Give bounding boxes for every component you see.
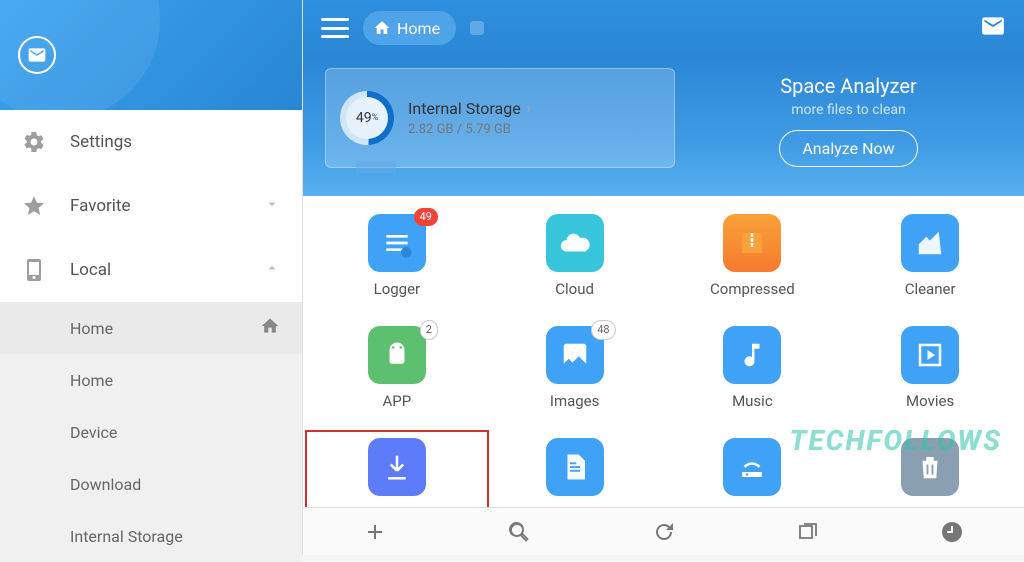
search-button[interactable] — [447, 508, 591, 555]
history-button[interactable] — [880, 508, 1024, 555]
sidebar-item-label: Home — [70, 319, 260, 338]
trash-icon — [901, 438, 959, 496]
tile-logger[interactable]: 49 Logger — [313, 214, 481, 298]
app-icon: 2 — [368, 326, 426, 384]
storage-title: Internal Storage — [408, 99, 521, 118]
category-grid: 49 Logger Cloud Compressed Cleaner 2 APP… — [303, 196, 1024, 507]
badge: 49 — [414, 208, 438, 226]
tile-recycle-bin[interactable]: Recycle Bin — [846, 438, 1014, 507]
storage-percent-suffix: % — [372, 113, 379, 123]
tile-label: Cloud — [555, 280, 594, 298]
documents-icon — [546, 438, 604, 496]
sidebar-subitem-download[interactable]: Download — [0, 458, 302, 510]
movies-icon — [901, 326, 959, 384]
bottom-toolbar — [303, 507, 1024, 555]
space-analyzer: Space Analyzer more files to clean Analy… — [695, 74, 1002, 196]
refresh-button[interactable] — [591, 508, 735, 555]
chevron-right-icon: › — [527, 101, 531, 117]
sidebar-item-label: Download — [70, 475, 280, 494]
menu-icon[interactable] — [321, 18, 349, 38]
logger-icon: 49 — [368, 214, 426, 272]
home-icon — [260, 316, 280, 340]
sidebar-header — [0, 0, 302, 110]
sidebar-item-local[interactable]: Local — [0, 238, 302, 302]
sidebar-item-favorite[interactable]: Favorite — [0, 174, 302, 238]
sidebar-item-settings[interactable]: Settings — [0, 110, 302, 174]
storage-ring: 49% — [340, 91, 394, 145]
cloud-icon — [546, 214, 604, 272]
mail-icon[interactable] — [18, 36, 56, 74]
sidebar-item-label: Device — [70, 423, 280, 442]
badge: 2 — [420, 320, 438, 340]
sidebar-item-label: Local — [70, 260, 264, 280]
sidebar-subitem-internal-storage[interactable]: Internal Storage — [0, 510, 302, 562]
mail-icon[interactable] — [980, 13, 1006, 43]
zip-icon — [723, 214, 781, 272]
tile-images[interactable]: 48 Images — [491, 326, 659, 410]
analyzer-sub: more files to clean — [695, 102, 1002, 118]
sidebar-subitem-home[interactable]: Home — [0, 302, 302, 354]
chevron-up-icon — [264, 260, 280, 281]
tile-label: Movies — [906, 392, 954, 410]
star-icon — [22, 194, 46, 218]
storage-usage: 2.82 GB / 5.79 GB — [408, 122, 531, 137]
sidebar-item-label: Internal Storage — [70, 527, 280, 546]
main: Home 49% Internal Storage › 2.82 GB / 5.7… — [303, 0, 1024, 555]
sidebar-submenu-local: Home Home Device Download Internal Stora… — [0, 302, 302, 562]
network-icon — [723, 438, 781, 496]
music-icon — [723, 326, 781, 384]
tile-label: Network — [724, 504, 780, 507]
tile-label: Cleaner — [905, 280, 956, 298]
sidebar-item-label: Settings — [70, 132, 280, 152]
sidebar: Settings Favorite Local Home Home Device… — [0, 0, 303, 555]
tile-label: Documents — [536, 504, 613, 507]
tile-network[interactable]: Network — [669, 438, 837, 507]
breadcrumb[interactable]: Home — [363, 11, 456, 45]
tile-app[interactable]: 2 APP — [313, 326, 481, 410]
tile-cleaner[interactable]: Cleaner — [846, 214, 1014, 298]
tile-documents[interactable]: Documents — [491, 438, 659, 507]
analyzer-title: Space Analyzer — [695, 74, 1002, 98]
tile-downloader[interactable]: Downloader — [313, 438, 481, 507]
chevron-down-icon — [264, 196, 280, 217]
tile-label: Recycle Bin — [892, 504, 969, 507]
tile-label: Images — [550, 392, 600, 410]
tile-movies[interactable]: Movies — [846, 326, 1014, 410]
windows-button[interactable] — [736, 508, 880, 555]
sidebar-item-label: Home — [70, 371, 280, 390]
breadcrumb-next — [470, 21, 484, 35]
sidebar-item-label: Favorite — [70, 196, 264, 216]
storage-card[interactable]: 49% Internal Storage › 2.82 GB / 5.79 GB — [325, 68, 675, 168]
sidebar-subitem-device[interactable]: Device — [0, 406, 302, 458]
tile-music[interactable]: Music — [669, 326, 837, 410]
download-icon — [368, 438, 426, 496]
breadcrumb-label: Home — [397, 19, 440, 38]
tile-label: Compressed — [710, 280, 795, 298]
tile-label: Logger — [374, 280, 421, 298]
home-icon — [373, 19, 391, 37]
cleaner-icon — [901, 214, 959, 272]
tile-cloud[interactable]: Cloud — [491, 214, 659, 298]
tile-label: Downloader — [357, 504, 437, 507]
topbar: Home — [303, 0, 1024, 56]
analyze-now-button[interactable]: Analyze Now — [779, 130, 917, 167]
storage-percent: 49 — [356, 110, 372, 126]
phone-icon — [22, 258, 46, 282]
add-button[interactable] — [303, 508, 447, 555]
badge: 48 — [591, 320, 615, 340]
tile-compressed[interactable]: Compressed — [669, 214, 837, 298]
images-icon: 48 — [546, 326, 604, 384]
tile-label: Music — [732, 392, 773, 410]
tile-label: APP — [383, 392, 412, 410]
sidebar-subitem-home-2[interactable]: Home — [0, 354, 302, 406]
gear-icon — [22, 130, 46, 154]
hero: 49% Internal Storage› 2.82 GB / 5.79 GB … — [303, 56, 1024, 196]
